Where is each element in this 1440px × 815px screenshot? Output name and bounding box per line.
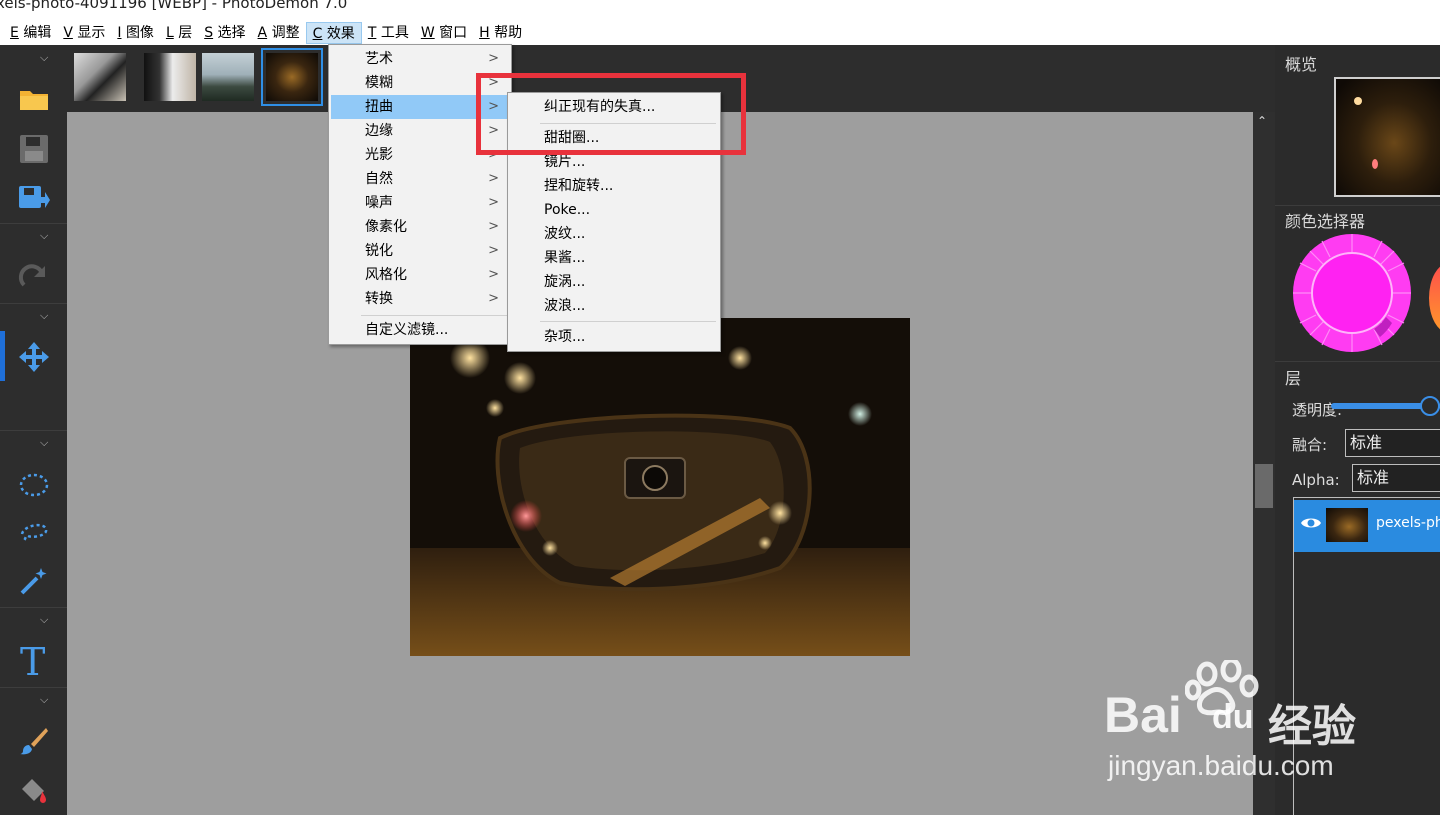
submenu-item-swirl[interactable]: 旋涡...	[510, 270, 718, 294]
menu-window[interactable]: W 窗口	[415, 22, 473, 44]
fill-bucket-icon[interactable]	[14, 771, 54, 811]
image-thumbnail[interactable]	[74, 53, 126, 101]
eye-icon[interactable]	[1300, 515, 1322, 535]
color-wheel[interactable]	[1292, 233, 1412, 353]
svg-text:T: T	[20, 643, 45, 679]
baidu-jingyan-watermark: Bai du 经验 jingyan.baidu.com	[1100, 660, 1400, 790]
color-picker-title: 颜色选择器	[1285, 212, 1366, 231]
photodemon-window: xels-photo-4091196 [WEBP] - PhotoDemon 7…	[0, 0, 1440, 815]
chevron-down-icon[interactable]: ⌵	[40, 51, 48, 65]
menu-effects[interactable]: C 效果	[305, 21, 362, 44]
menu-adjust[interactable]: A 调整	[252, 22, 306, 44]
menu-item-nature[interactable]: 自然 >	[331, 167, 509, 191]
title-bar: xels-photo-4091196 [WEBP] - PhotoDemon 7…	[0, 0, 1440, 20]
blend-label: 融合:	[1292, 436, 1328, 454]
lasso-select-icon[interactable]	[14, 511, 54, 551]
menu-help[interactable]: H 帮助	[473, 22, 528, 44]
layer-thumbnail	[1326, 508, 1368, 542]
watermark-brand-du: du	[1212, 698, 1254, 736]
watermark-url: jingyan.baidu.com	[1108, 750, 1334, 781]
canvas-image[interactable]	[410, 318, 910, 656]
left-toolbar: ⌵ ⌵ ⌵ ⌵ ⌵ T ⌵	[0, 45, 67, 815]
window-title: xels-photo-4091196 [WEBP] - PhotoDemon 7…	[0, 0, 348, 12]
submenu-item-misc[interactable]: 杂项...	[510, 325, 718, 349]
menu-item-pixelate[interactable]: 像素化 >	[331, 215, 509, 239]
alpha-mode-dropdown[interactable]: 标准	[1352, 464, 1440, 492]
menu-item-noise[interactable]: 噪声 >	[331, 191, 509, 215]
chevron-down-icon[interactable]: ⌵	[40, 309, 48, 323]
brush-icon[interactable]	[14, 721, 54, 761]
submenu-item-pinch-swirl[interactable]: 捏和旋转...	[510, 174, 718, 198]
watermark-brand: Bai	[1104, 687, 1182, 743]
active-tool-indicator	[0, 331, 5, 381]
menu-layer[interactable]: L 层	[160, 22, 198, 44]
menu-tools[interactable]: T 工具	[362, 22, 415, 44]
menu-view[interactable]: V 显示	[57, 22, 111, 44]
chevron-down-icon[interactable]: ⌵	[40, 693, 48, 707]
opacity-slider-knob[interactable]	[1420, 396, 1440, 416]
ellipse-select-icon[interactable]	[14, 465, 54, 505]
layers-title: 层	[1285, 369, 1302, 388]
annotation-highlight-box	[476, 73, 746, 155]
redo-icon[interactable]	[14, 257, 54, 297]
menu-bar: E 编辑 V 显示 I 图像 L 层 S 选择 A 调整 C 效果 T 工具 W…	[0, 20, 1440, 45]
menu-item-custom-filter[interactable]: 自定义滤镜...	[331, 318, 509, 342]
magic-wand-icon[interactable]	[14, 561, 54, 601]
layer-row[interactable]: pexels-ph	[1294, 500, 1440, 552]
submenu-item-ripple[interactable]: 波纹...	[510, 222, 718, 246]
scrollbar-thumb[interactable]	[1255, 464, 1273, 508]
image-thumbnail[interactable]	[144, 53, 196, 101]
menu-item-artistic[interactable]: 艺术 >	[331, 47, 509, 71]
menu-edit[interactable]: E 编辑	[4, 22, 57, 44]
secondary-color-wheel[interactable]	[1429, 263, 1440, 333]
move-icon[interactable]	[14, 337, 54, 377]
menu-select[interactable]: S 选择	[198, 22, 251, 44]
menu-item-transform[interactable]: 转换 >	[331, 287, 509, 311]
menu-item-sharpen[interactable]: 锐化 >	[331, 239, 509, 263]
submenu-item-squish[interactable]: 果酱...	[510, 246, 718, 270]
scroll-up-icon[interactable]: ⌃	[1257, 114, 1267, 128]
watermark-brand-cn: 经验	[1268, 702, 1356, 751]
alpha-label: Alpha:	[1292, 471, 1340, 489]
image-thumbnail[interactable]	[202, 53, 254, 101]
chevron-down-icon[interactable]: ⌵	[40, 436, 48, 450]
overview-title: 概览	[1285, 55, 1318, 74]
submenu-item-poke[interactable]: Poke...	[510, 198, 718, 222]
submenu-item-waves[interactable]: 波浪...	[510, 294, 718, 318]
chevron-down-icon[interactable]: ⌵	[40, 613, 48, 627]
menu-item-stylize[interactable]: 风格化 >	[331, 263, 509, 287]
text-icon[interactable]: T	[14, 641, 54, 681]
open-folder-icon[interactable]	[14, 79, 54, 119]
save-as-icon[interactable]	[14, 177, 54, 217]
chevron-down-icon[interactable]: ⌵	[40, 229, 48, 243]
blend-mode-dropdown[interactable]: 标准	[1345, 429, 1440, 457]
overview-thumbnail[interactable]	[1334, 77, 1440, 197]
image-thumbnail-selected[interactable]	[261, 48, 323, 106]
layer-name: pexels-ph	[1376, 515, 1440, 531]
menu-image[interactable]: I 图像	[111, 22, 160, 44]
save-icon[interactable]	[14, 129, 54, 169]
